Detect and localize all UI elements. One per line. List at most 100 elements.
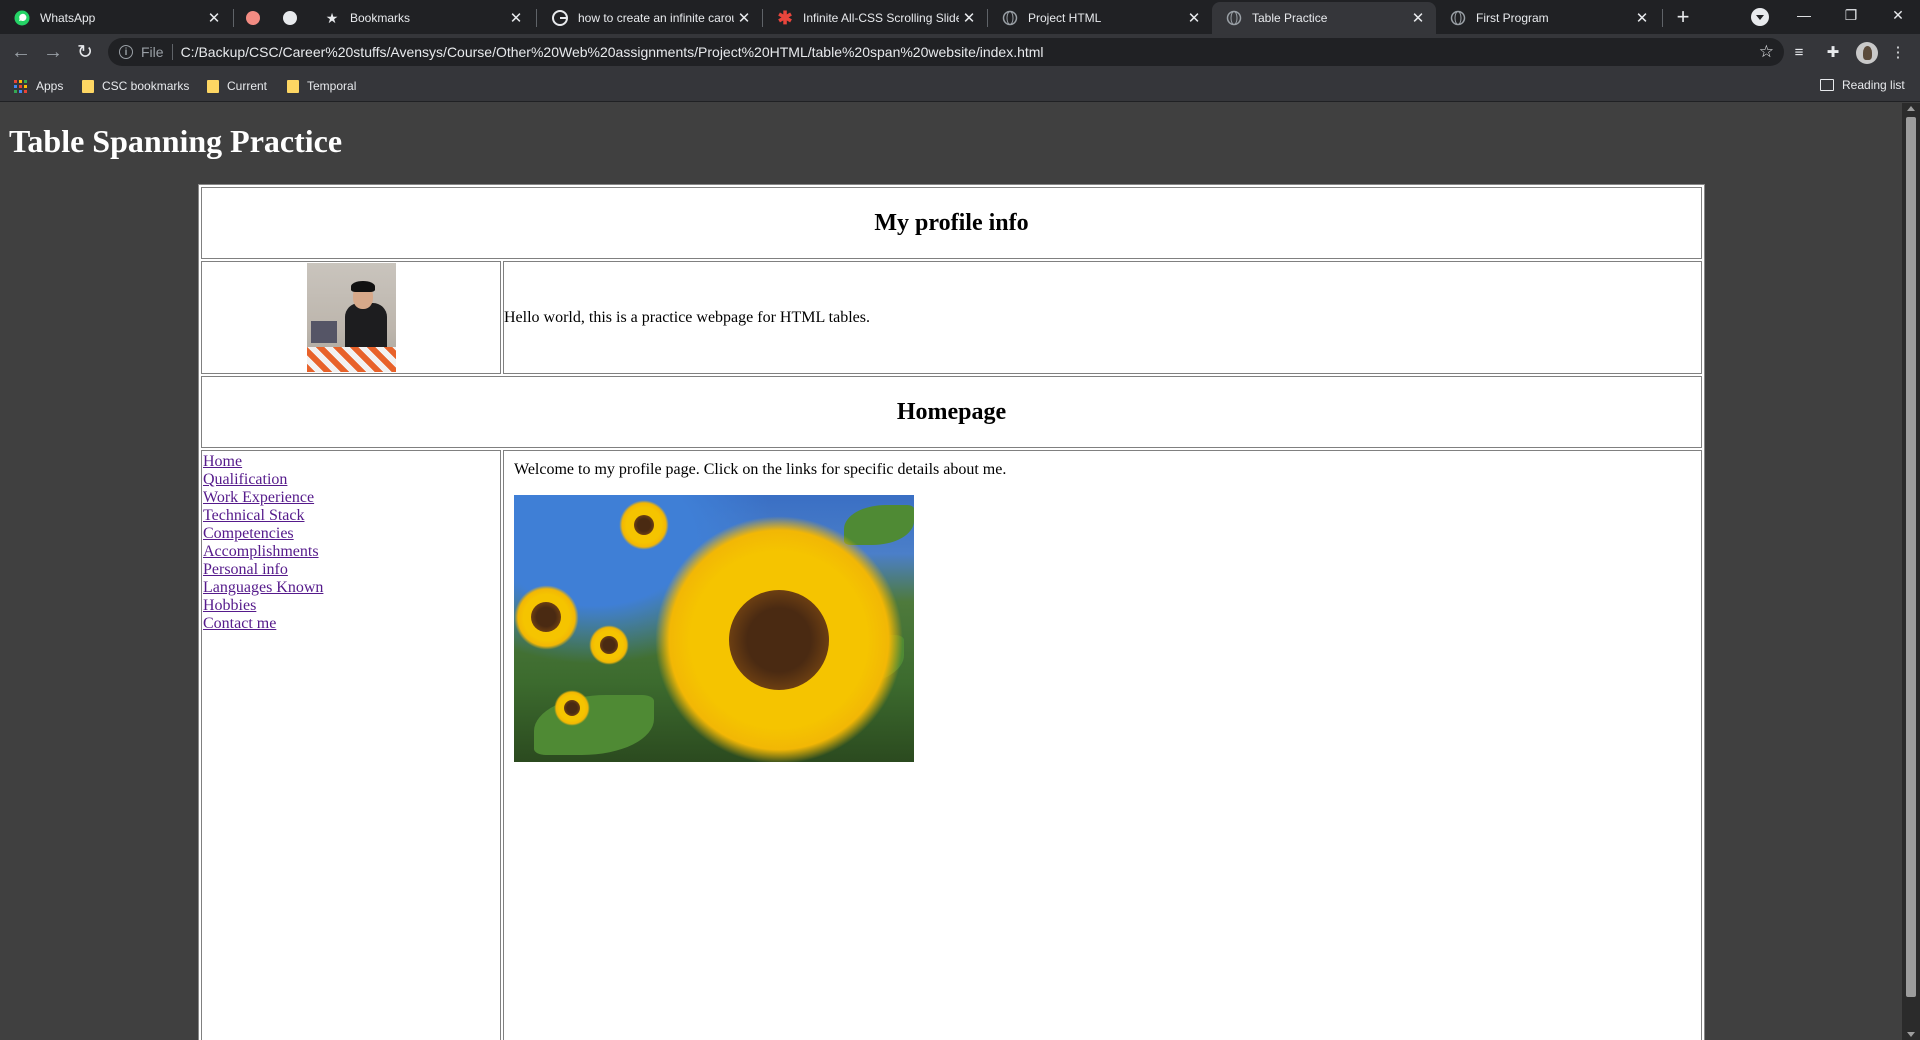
- scrollbar-thumb[interactable]: [1906, 117, 1916, 997]
- nav-links-cell: Home Qualification Work Experience Techn…: [201, 450, 501, 1040]
- tab-title: how to create an infinite carou: [578, 11, 734, 25]
- restore-icon[interactable]: ❐: [1829, 0, 1873, 30]
- scroll-up-icon[interactable]: [1907, 106, 1915, 111]
- close-tab-icon[interactable]: ✕: [734, 8, 754, 28]
- tab-search-icon[interactable]: [1751, 8, 1769, 26]
- omnibox-separator: [171, 44, 173, 60]
- reload-icon[interactable]: ↻: [71, 38, 99, 66]
- nav-link-contact-me[interactable]: Contact me: [203, 615, 499, 633]
- photo-cell: [201, 261, 501, 374]
- bookmark-current[interactable]: Current: [207, 78, 267, 94]
- tab-bookmarks[interactable]: ★ Bookmarks ✕: [310, 2, 534, 34]
- tab-project-html[interactable]: Project HTML ✕: [988, 2, 1212, 34]
- bookmark-label: CSC bookmarks: [102, 79, 190, 93]
- bookmark-label: Temporal: [307, 79, 357, 93]
- minimize-icon[interactable]: —: [1782, 0, 1826, 30]
- page-title: Table Spanning Practice: [9, 123, 343, 159]
- apps-grid-icon: [14, 79, 27, 93]
- sunflower-image: [514, 495, 914, 762]
- close-tab-icon[interactable]: ✕: [506, 8, 526, 28]
- tab-separator: [1662, 9, 1663, 27]
- folder-icon: [287, 79, 299, 93]
- photo-hair: [350, 281, 375, 292]
- close-tab-icon[interactable]: ✕: [1632, 8, 1652, 28]
- nav-link-competencies[interactable]: Competencies: [203, 525, 499, 543]
- nav-link-home[interactable]: Home: [203, 453, 499, 471]
- welcome-text: Welcome to my profile page. Click on the…: [514, 461, 1007, 478]
- back-icon[interactable]: ←: [7, 38, 35, 66]
- new-tab-button[interactable]: +: [1670, 5, 1696, 31]
- tab-title: Table Practice: [1252, 11, 1328, 25]
- menu-icon[interactable]: ⋮: [1888, 42, 1908, 62]
- bookmark-apps[interactable]: Apps: [14, 78, 63, 94]
- info-icon[interactable]: i: [119, 45, 133, 59]
- profile-photo: [306, 263, 396, 372]
- circle-icon: [283, 11, 297, 25]
- close-tab-icon[interactable]: ✕: [1408, 8, 1428, 28]
- scheme-label: File: [141, 44, 164, 60]
- intro-text: Hello world, this is a practice webpage …: [504, 308, 870, 326]
- extensions-icon[interactable]: ✚: [1823, 42, 1843, 62]
- nav-link-qualification[interactable]: Qualification: [203, 471, 499, 489]
- sunflower-center: [634, 515, 654, 535]
- nav-link-languages-known[interactable]: Languages Known: [203, 579, 499, 597]
- profile-table: My profile info Hello world, this is a p…: [198, 184, 1705, 1040]
- reading-list-label: Reading list: [1842, 78, 1905, 92]
- browser-toolbar: ← → ↻ i File C:/Backup/CSC/Career%20stuf…: [0, 34, 1920, 70]
- tab-table-practice[interactable]: Table Practice ✕: [1212, 2, 1436, 34]
- tab-title: Bookmarks: [350, 11, 411, 25]
- folder-icon: [207, 79, 219, 93]
- tab-separator: [233, 9, 234, 27]
- page-viewport: Table Spanning Practice My profile info …: [0, 103, 1902, 1040]
- sunflower-center: [564, 700, 580, 716]
- reading-list-icon: [1820, 79, 1834, 91]
- bookmark-csc[interactable]: CSC bookmarks: [82, 78, 189, 94]
- nav-link-technical-stack[interactable]: Technical Stack: [203, 507, 499, 525]
- tab-carousel-search[interactable]: how to create an infinite carou ✕: [538, 2, 762, 34]
- main-content-cell: Welcome to my profile page. Click on the…: [503, 450, 1702, 1040]
- tab-title: First Program: [1476, 11, 1549, 25]
- folder-icon: [82, 79, 94, 93]
- star-icon: ★: [325, 9, 339, 26]
- tab-title: WhatsApp: [40, 11, 96, 25]
- nav-link-work-experience[interactable]: Work Experience: [203, 489, 499, 507]
- close-tab-icon[interactable]: ✕: [959, 8, 979, 28]
- sunflower-center: [531, 602, 561, 632]
- forward-icon[interactable]: →: [39, 38, 67, 66]
- reading-list-button[interactable]: Reading list: [1820, 78, 1905, 92]
- page-scrollbar[interactable]: [1902, 103, 1920, 1040]
- profile-header-cell: My profile info: [201, 187, 1702, 259]
- homepage-header-cell: Homepage: [201, 376, 1702, 448]
- close-tab-icon[interactable]: ✕: [204, 8, 224, 28]
- large-sunflower-center: [729, 590, 829, 690]
- tab-pinned-red[interactable]: [238, 2, 268, 34]
- tab-css-slider[interactable]: ✱ Infinite All-CSS Scrolling Slide ✕: [763, 2, 987, 34]
- intro-cell: Hello world, this is a practice webpage …: [503, 261, 1702, 374]
- whatsapp-icon: [14, 10, 30, 26]
- tab-strip: WhatsApp ✕ ★ Bookmarks ✕ how to create a…: [0, 0, 1920, 34]
- media-control-icon[interactable]: ≡: [1789, 42, 1809, 62]
- profile-avatar[interactable]: [1856, 42, 1878, 64]
- url-text[interactable]: C:/Backup/CSC/Career%20stuffs/Avensys/Co…: [181, 44, 1044, 60]
- address-bar[interactable]: i File C:/Backup/CSC/Career%20stuffs/Ave…: [108, 38, 1784, 66]
- google-icon: [552, 10, 568, 26]
- scroll-down-icon[interactable]: [1907, 1032, 1915, 1037]
- tab-first-program[interactable]: First Program ✕: [1436, 2, 1660, 34]
- bookmark-label: Current: [227, 79, 268, 93]
- tab-whatsapp[interactable]: WhatsApp ✕: [0, 2, 232, 34]
- bookmarks-bar: Apps CSC bookmarks Current Temporal Read…: [0, 70, 1920, 102]
- profile-heading: My profile info: [874, 209, 1029, 236]
- nav-link-accomplishments[interactable]: Accomplishments: [203, 543, 499, 561]
- photo-monitor: [310, 321, 337, 343]
- globe-icon: [1226, 10, 1242, 26]
- asterisk-icon: ✱: [777, 7, 793, 28]
- record-icon: [246, 11, 260, 25]
- nav-link-personal-info[interactable]: Personal info: [203, 561, 499, 579]
- bookmark-temporal[interactable]: Temporal: [287, 78, 356, 94]
- nav-link-hobbies[interactable]: Hobbies: [203, 597, 499, 615]
- close-tab-icon[interactable]: ✕: [1184, 8, 1204, 28]
- tab-pinned-white[interactable]: [275, 2, 305, 34]
- bookmark-star-icon[interactable]: ☆: [1759, 42, 1774, 62]
- sunflower-center: [600, 636, 618, 654]
- close-window-icon[interactable]: ✕: [1876, 0, 1920, 30]
